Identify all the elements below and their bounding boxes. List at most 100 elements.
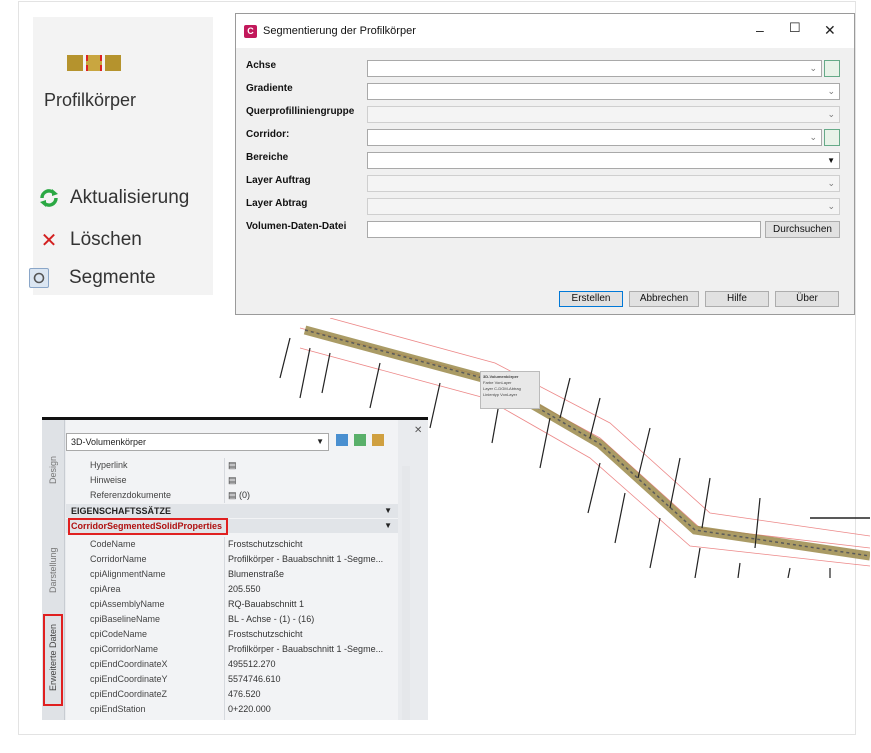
property-row[interactable]: cpiAssemblyName RQ-Bauabschnitt 1 xyxy=(66,597,398,612)
chevron-down-icon: ⌄ xyxy=(809,63,817,73)
quick-select-icon[interactable] xyxy=(336,434,348,446)
property-row[interactable]: cpiEndCoordinateX 495512.270 xyxy=(66,657,398,672)
property-row[interactable]: CorridorName Profilkörper - Bauabschnitt … xyxy=(66,552,398,567)
property-value: 476.520 xyxy=(228,689,261,699)
property-key: CodeName xyxy=(90,539,136,549)
property-key: cpiHorizontalBaseline xyxy=(90,717,177,720)
tab-darstellung[interactable]: Darstellung xyxy=(44,530,62,610)
profile-body-icon[interactable] xyxy=(67,55,127,73)
property-value: 0+220.000 xyxy=(228,704,271,714)
chevron-down-icon: ▼ xyxy=(384,506,392,515)
property-row[interactable]: cpiEndCoordinateY 5574746.610 xyxy=(66,672,398,687)
segments-label: Segmente xyxy=(69,267,156,288)
layer-abtrag-select[interactable]: ⌄ xyxy=(367,198,840,215)
querprofilliniengruppe-select[interactable]: ⌄ xyxy=(367,106,840,123)
dialog-titlebar[interactable]: C Segmentierung der Profilkörper – ☐ ✕ xyxy=(236,14,854,48)
label-volumen-daten-datei: Volumen-Daten-Datei xyxy=(246,221,347,232)
section-eigenschaftssaetze[interactable]: EIGENSCHAFTSSÄTZE ▼ xyxy=(66,504,398,518)
hyperlink-icon: ▤ xyxy=(228,460,237,470)
gradiente-select[interactable]: ⌄ xyxy=(367,83,840,100)
property-row[interactable]: cpiArea 205.550 xyxy=(66,582,398,597)
property-key: Hinweise xyxy=(90,475,127,485)
highlight-erweiterte-daten xyxy=(43,614,63,706)
chevron-down-icon: ⌄ xyxy=(827,201,835,211)
select-objects-icon[interactable] xyxy=(354,434,366,446)
chevron-down-icon: ⌄ xyxy=(827,109,835,119)
ribbon-panel: Profilkörper Aktualisierung ✕ Löschen Se… xyxy=(29,17,213,295)
property-key: cpiCorridorName xyxy=(90,644,159,654)
property-value: Frostschutzschicht xyxy=(228,629,303,639)
bereiche-select[interactable]: ▼ xyxy=(367,152,840,169)
property-row[interactable]: CodeName Frostschutzschicht xyxy=(66,537,398,552)
property-key: cpiEndCoordinateZ xyxy=(90,689,168,699)
corridor-select[interactable]: ⌄ xyxy=(367,129,822,146)
property-value: Frostschutzschicht xyxy=(228,539,303,549)
label-gradiente: Gradiente xyxy=(246,83,293,94)
property-row[interactable]: cpiCorridorName Profilkörper - Bauabschni… xyxy=(66,642,398,657)
property-row[interactable]: Hinweise ▤ xyxy=(66,473,398,488)
app-icon: C xyxy=(244,24,257,38)
maximize-button[interactable]: ☐ xyxy=(789,20,801,36)
property-value: Profilkörper - Bauabschnitt 1 -Segme... xyxy=(228,554,384,564)
object-type-select[interactable]: 3D-Volumenkörper ▼ xyxy=(66,433,329,451)
minimize-button[interactable]: – xyxy=(756,22,764,38)
notes-icon: ▤ xyxy=(228,475,237,485)
palette-main: 3D-Volumenkörper ▼ Hyperlink ▤ Hinweise ▤ … xyxy=(66,420,398,720)
palette-scrollbar[interactable] xyxy=(402,466,410,720)
tooltip-key: Linientyp xyxy=(483,392,500,397)
pick-corridor-icon[interactable] xyxy=(824,129,840,146)
property-value: Achse - (1) xyxy=(228,717,272,720)
property-value: Blumenstraße xyxy=(228,569,285,579)
chevron-down-icon: ⌄ xyxy=(827,178,835,188)
property-key: cpiAssemblyName xyxy=(90,599,165,609)
label-corridor: Corridor: xyxy=(246,129,290,140)
about-button[interactable]: Über xyxy=(775,291,839,307)
tooltip-value: C-DGM-Abtrag xyxy=(494,386,521,391)
create-button[interactable]: Erstellen xyxy=(559,291,623,307)
label-achse: Achse xyxy=(246,60,277,71)
update-button[interactable]: Aktualisierung xyxy=(38,187,189,209)
chevron-down-icon: ⌄ xyxy=(809,132,817,142)
label-bereiche: Bereiche xyxy=(246,152,289,163)
property-row[interactable]: Referenzdokumente ▤ (0) xyxy=(66,488,398,503)
label-layer-abtrag: Layer Abtrag xyxy=(246,198,308,209)
update-label: Aktualisierung xyxy=(70,187,190,208)
segments-button[interactable]: Segmente xyxy=(29,267,156,289)
property-row[interactable]: cpiEndCoordinateZ 476.520 xyxy=(66,687,398,702)
property-value: Profilkörper - Bauabschnitt 1 -Segme... xyxy=(228,644,384,654)
close-icon[interactable]: ✕ xyxy=(414,425,422,436)
property-key: CorridorName xyxy=(90,554,147,564)
palette-side-tabs: Design Darstellung Erweiterte Daten xyxy=(42,420,65,720)
property-row[interactable]: cpiCodeName Frostschutzschicht xyxy=(66,627,398,642)
property-row[interactable]: Hyperlink ▤ xyxy=(66,458,398,473)
property-row[interactable]: cpiAlignmentName Blumenstraße xyxy=(66,567,398,582)
segmentation-dialog: C Segmentierung der Profilkörper – ☐ ✕ A… xyxy=(235,13,855,315)
pick-achse-icon[interactable] xyxy=(824,60,840,77)
tooltip-key: Layer xyxy=(483,386,494,391)
tab-design[interactable]: Design xyxy=(44,440,62,500)
layer-auftrag-select[interactable]: ⌄ xyxy=(367,175,840,192)
delete-label: Löschen xyxy=(70,229,142,250)
property-value: 5574746.610 xyxy=(228,674,281,684)
property-value: 495512.270 xyxy=(228,659,276,669)
cancel-button[interactable]: Abbrechen xyxy=(629,291,699,307)
tooltip-value: VonLayer xyxy=(500,392,518,397)
property-row[interactable]: cpiEndStation 0+220.000 xyxy=(66,702,398,717)
property-row[interactable]: cpiHorizontalBaseline Achse - (1) xyxy=(66,717,398,720)
volumen-daten-datei-input[interactable] xyxy=(367,221,761,238)
ribbon-title: Profilkörper xyxy=(44,90,137,110)
close-button[interactable]: ✕ xyxy=(824,22,836,39)
delete-button[interactable]: ✕ Löschen xyxy=(38,229,142,252)
property-key: cpiEndCoordinateX xyxy=(90,659,168,669)
browse-button[interactable]: Durchsuchen xyxy=(765,221,840,238)
achse-select[interactable]: ⌄ xyxy=(367,60,822,77)
toggle-pickadd-icon[interactable] xyxy=(372,434,384,446)
help-button[interactable]: Hilfe xyxy=(705,291,769,307)
delete-x-icon: ✕ xyxy=(40,229,58,252)
palette-toolbar xyxy=(336,434,384,446)
segments-icon xyxy=(29,268,49,288)
property-key: cpiBaselineName xyxy=(90,614,161,624)
tooltip-row: Linientyp VonLayer xyxy=(483,392,537,398)
property-row[interactable]: cpiBaselineName BL - Achse - (1) - (16) xyxy=(66,612,398,627)
property-value: 205.550 xyxy=(228,584,261,594)
